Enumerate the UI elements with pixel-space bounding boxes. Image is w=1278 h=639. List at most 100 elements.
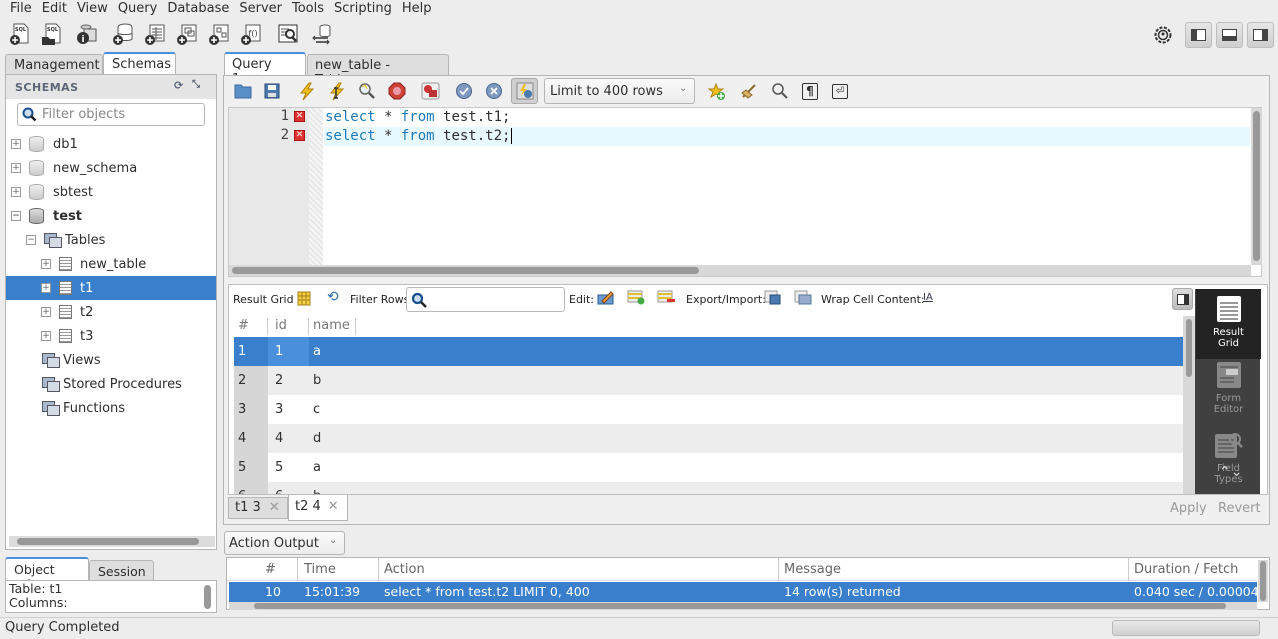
tab-object-info[interactable]: Object Info (5, 557, 89, 592)
cell[interactable]: 1 (275, 344, 283, 359)
cell[interactable]: d (313, 431, 321, 446)
result-tab-t1[interactable]: t1 3 ✕ (228, 497, 288, 519)
collapse-icon[interactable]: − (26, 235, 36, 245)
expand-icon[interactable]: + (41, 331, 51, 341)
column-header[interactable]: # (265, 562, 276, 577)
create-table-icon[interactable] (144, 23, 166, 45)
tree-item-views[interactable]: Views (6, 348, 216, 372)
expand-icon[interactable]: + (11, 139, 21, 149)
menu-server[interactable]: Server (234, 1, 287, 17)
sql-editor[interactable]: 1 ✕ select * from test.t1; 2 ✕ select * … (228, 107, 1262, 277)
toggle-side-panel-button[interactable] (1172, 288, 1193, 310)
expand-icon[interactable]: + (11, 187, 21, 197)
preferences-icon[interactable] (1154, 26, 1172, 44)
toggle-sidebar-button[interactable] (1185, 22, 1212, 48)
execute-icon[interactable] (298, 82, 316, 101)
tab-management[interactable]: Management (5, 54, 103, 76)
expand-icon[interactable]: + (41, 283, 51, 293)
scrollbar-thumb[interactable] (1186, 319, 1192, 377)
add-snippet-icon[interactable] (708, 83, 726, 101)
schemas-hscrollbar[interactable] (9, 536, 215, 547)
create-schema-icon[interactable] (112, 23, 134, 45)
invisible-chars-icon[interactable]: ¶ (802, 83, 818, 100)
cell[interactable]: 4 (275, 431, 283, 446)
autocommit-toggle[interactable] (511, 78, 538, 104)
tab-query-1[interactable]: Query 1✕ (224, 52, 306, 87)
wrap-cell-icon[interactable]: IA (923, 292, 933, 303)
cell[interactable]: 2 (275, 373, 283, 388)
menu-help[interactable]: Help (397, 1, 437, 17)
tab-session[interactable]: Session (89, 560, 154, 581)
revert-button[interactable]: Revert (1218, 501, 1261, 516)
refresh-icon[interactable]: ⟲ (327, 289, 339, 305)
output-row[interactable]: 10 15:01:39 select * from test.t2 LIMIT … (229, 582, 1257, 602)
output-type-select[interactable]: Action Output ⌄ (224, 531, 345, 555)
error-marker-icon[interactable]: ✕ (294, 130, 305, 141)
tree-item-t1[interactable]: + t1 (6, 276, 216, 300)
tree-item-tables[interactable]: − Tables (6, 228, 216, 252)
cell[interactable]: 3 (275, 402, 283, 417)
tab-schemas[interactable]: Schemas (103, 52, 176, 76)
toggle-output-button[interactable] (1216, 22, 1243, 48)
menu-file[interactable]: File (0, 1, 37, 17)
column-header[interactable]: # (238, 318, 249, 333)
tree-item-new-schema[interactable]: + new_schema (6, 156, 216, 180)
menu-view[interactable]: View (72, 1, 113, 17)
grid-layout-icon[interactable] (297, 291, 311, 306)
toggle-secondary-sidebar-button[interactable] (1247, 22, 1274, 48)
expand-icon[interactable]: + (41, 259, 51, 269)
menu-edit[interactable]: Edit (37, 1, 72, 17)
export-icon[interactable] (764, 290, 782, 305)
insert-row-icon[interactable] (627, 290, 645, 305)
stop-icon[interactable] (388, 82, 406, 100)
scrollbar-thumb[interactable] (17, 538, 199, 545)
tree-item-db1[interactable]: + db1 (6, 132, 216, 156)
scrollbar-thumb[interactable] (204, 585, 211, 609)
commit-icon[interactable] (455, 82, 473, 100)
editor-hscrollbar[interactable] (229, 265, 1251, 276)
delete-row-icon[interactable] (657, 290, 675, 305)
schema-inspector-icon[interactable]: i (76, 23, 98, 45)
wrap-lines-icon[interactable]: ⏎ (832, 84, 848, 99)
scrollbar-thumb[interactable] (1260, 561, 1266, 601)
apply-button[interactable]: Apply (1170, 501, 1207, 516)
cell[interactable]: c (313, 402, 320, 417)
refresh-icon[interactable]: ⟳ (174, 79, 184, 92)
code-line[interactable]: select * from test.t2; (324, 127, 513, 146)
import-icon[interactable] (794, 290, 812, 305)
collapse-icon[interactable]: − (11, 211, 21, 221)
cell[interactable]: 3 (238, 402, 246, 417)
tree-item-test[interactable]: − test (6, 204, 216, 228)
open-sql-script-icon[interactable]: SQL (41, 23, 63, 45)
toggle-error-stop-icon[interactable] (421, 82, 440, 100)
menu-query[interactable]: Query (113, 1, 163, 17)
explain-icon[interactable] (358, 82, 376, 100)
column-header[interactable]: Duration / Fetch (1134, 562, 1238, 577)
column-header[interactable]: Action (384, 562, 425, 577)
output-vscrollbar[interactable] (1258, 560, 1268, 602)
output-hscrollbar[interactable] (229, 602, 1257, 610)
save-icon[interactable] (264, 83, 280, 99)
open-file-icon[interactable] (234, 83, 252, 99)
reconnect-icon[interactable] (312, 23, 334, 45)
menu-scripting[interactable]: Scripting (329, 1, 397, 17)
column-header[interactable]: name (313, 318, 350, 333)
editor-vscrollbar[interactable] (1251, 108, 1262, 265)
table-row[interactable]: 6 6 b (234, 482, 1183, 494)
cell[interactable]: 4 (238, 431, 246, 446)
result-vscrollbar[interactable] (1183, 316, 1195, 494)
column-header[interactable]: Time (304, 562, 336, 577)
code-line[interactable]: select * from test.t1; (324, 108, 510, 127)
cell[interactable]: b (313, 373, 321, 388)
cell[interactable]: a (313, 460, 321, 475)
scroll-side-panel-icon[interactable]: ⌃⌄ (1219, 464, 1242, 480)
cell[interactable]: 1 (238, 344, 246, 359)
table-row[interactable]: 3 3 c (234, 395, 1183, 424)
column-header[interactable]: Message (784, 562, 841, 577)
expand-icon[interactable]: + (41, 307, 51, 317)
table-row[interactable]: 5 5 a (234, 453, 1183, 482)
table-row[interactable]: 2 2 b (234, 366, 1183, 395)
column-header[interactable]: id (275, 318, 287, 333)
tree-item-stored-procedures[interactable]: Stored Procedures (6, 372, 216, 396)
close-icon[interactable]: ✕ (269, 500, 280, 515)
